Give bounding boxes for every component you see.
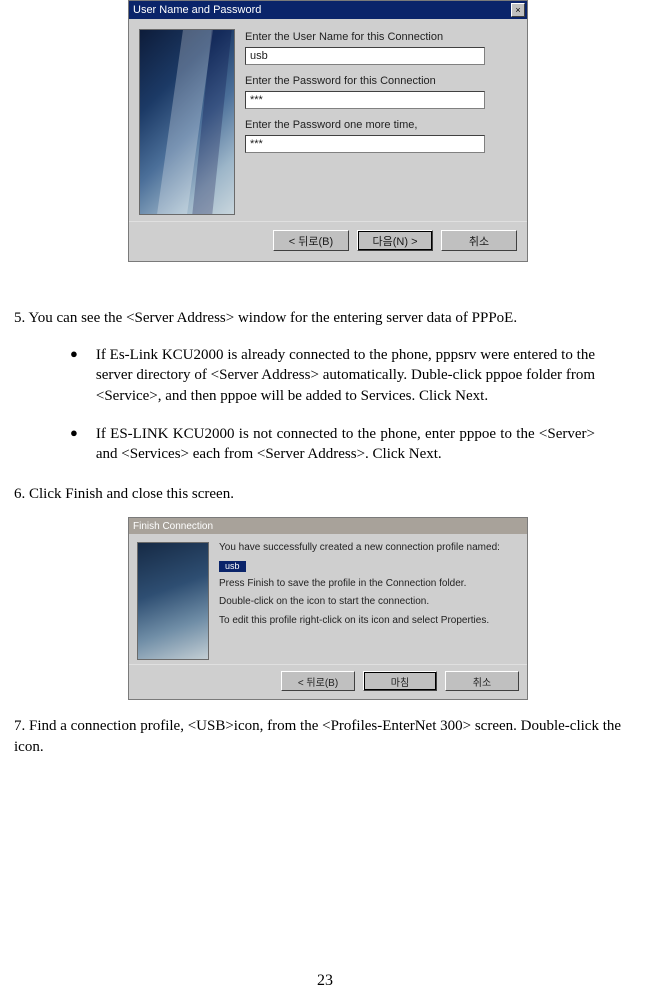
dialog2-button-row: < 뒤로(B) 마침 취소 — [129, 664, 527, 699]
username-input[interactable]: usb — [245, 47, 485, 65]
bullet-icon: ● — [70, 424, 78, 465]
bullet-text: If ES-LINK KCU2000 is not connected to t… — [96, 424, 595, 465]
dialog1-title: User Name and Password — [133, 4, 261, 16]
dialog2-line: Press Finish to save the profile in the … — [219, 578, 500, 591]
dialog1-button-row: < 뒤로(B) 다음(N) > 취소 — [129, 221, 527, 261]
confirm-input[interactable]: *** — [245, 135, 485, 153]
profile-name-chip: usb — [219, 561, 246, 572]
confirm-label: Enter the Password one more time, — [245, 119, 517, 131]
cancel-button[interactable]: 취소 — [441, 230, 517, 251]
username-password-dialog: User Name and Password × Enter the User … — [128, 0, 528, 262]
close-icon[interactable]: × — [511, 3, 525, 17]
dialog2-side-image — [137, 542, 209, 660]
step5-text: 5. You can see the <Server Address> wind… — [14, 310, 636, 327]
dialog1-titlebar: User Name and Password × — [129, 1, 527, 19]
dialog1-side-image — [139, 29, 235, 215]
back-button[interactable]: < 뒤로(B) — [281, 671, 355, 691]
cancel-button[interactable]: 취소 — [445, 671, 519, 691]
password-label: Enter the Password for this Connection — [245, 75, 517, 87]
step5-bullets: ● If Es-Link KCU2000 is already connecte… — [70, 345, 595, 464]
dialog2-line: Double-click on the icon to start the co… — [219, 596, 500, 609]
step7-text: 7. Find a connection profile, <USB>icon,… — [14, 716, 636, 757]
dialog2-title: Finish Connection — [129, 518, 527, 534]
bullet-item: ● If Es-Link KCU2000 is already connecte… — [70, 345, 595, 406]
password-input[interactable]: *** — [245, 91, 485, 109]
finish-button[interactable]: 마침 — [363, 671, 437, 691]
next-button[interactable]: 다음(N) > — [357, 230, 433, 251]
dialog2-line: You have successfully created a new conn… — [219, 542, 500, 555]
dialog2-line: To edit this profile right-click on its … — [219, 615, 500, 628]
page-number: 23 — [0, 972, 650, 990]
back-button[interactable]: < 뒤로(B) — [273, 230, 349, 251]
bullet-icon: ● — [70, 345, 78, 406]
bullet-item: ● If ES-LINK KCU2000 is not connected to… — [70, 424, 595, 465]
bullet-text: If Es-Link KCU2000 is already connected … — [96, 345, 595, 406]
username-label: Enter the User Name for this Connection — [245, 31, 517, 43]
step6-text: 6. Click Finish and close this screen. — [14, 486, 636, 503]
finish-connection-dialog: Finish Connection You have successfully … — [128, 517, 528, 700]
